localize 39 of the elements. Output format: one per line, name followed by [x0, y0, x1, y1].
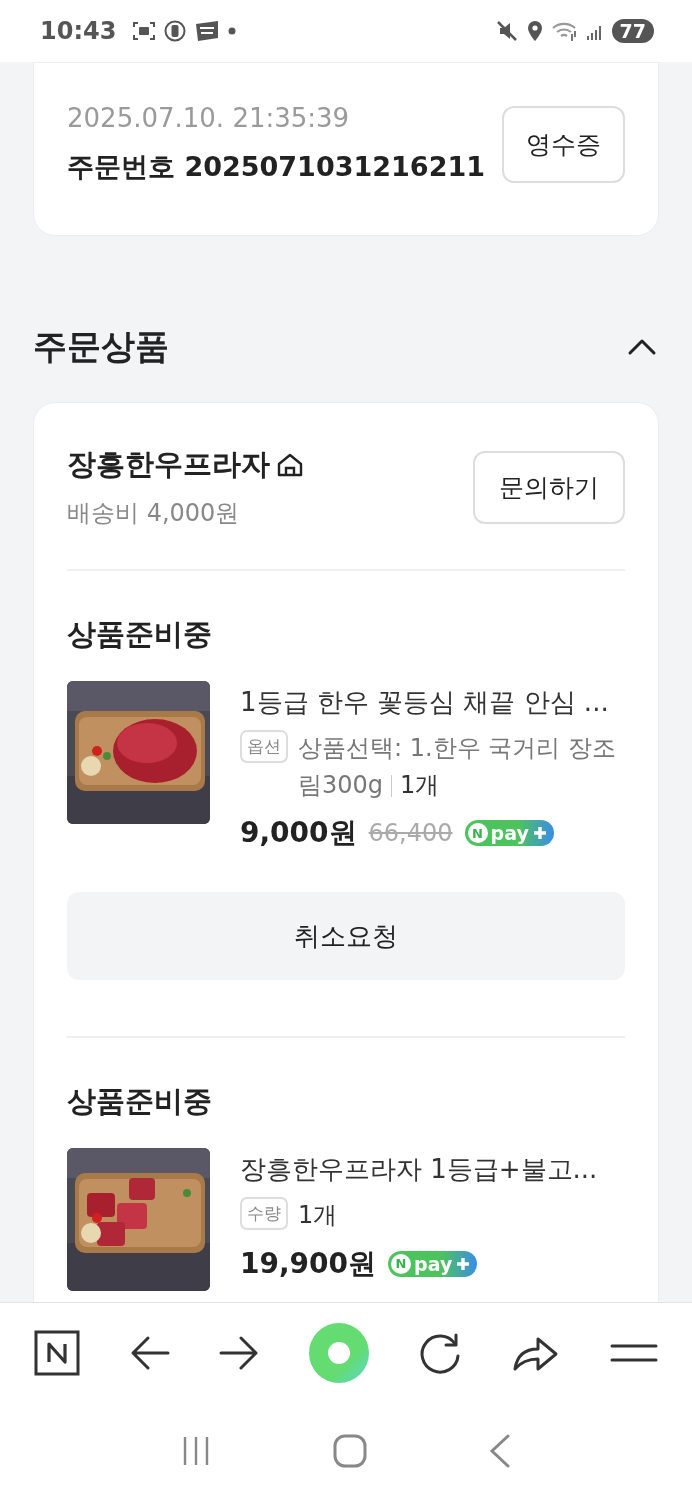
mute-icon — [495, 20, 518, 42]
price: 9,000원 — [240, 815, 357, 852]
shipping-fee: 배송비 4,000원 — [67, 498, 241, 529]
naver-home-icon[interactable] — [34, 1329, 80, 1376]
inquiry-button[interactable]: 문의하기 — [473, 450, 625, 524]
order-datetime: 2025.07.10. 21:35:39 — [67, 103, 351, 133]
npay-badge: N pay — [464, 820, 554, 847]
back-nav-icon[interactable] — [489, 1434, 511, 1468]
npay-badge: N pay — [388, 1250, 478, 1277]
home-button-icon[interactable] — [333, 1434, 367, 1468]
option-label: 옵션 — [240, 730, 288, 763]
order-status: 상품준비중 — [67, 616, 213, 653]
app-icon — [164, 20, 187, 42]
order-number: 주문번호 2025071031216211 — [67, 150, 485, 184]
price: 19,900원 — [240, 1245, 377, 1282]
forward-icon[interactable] — [219, 1334, 260, 1371]
screenshot-icon — [132, 20, 157, 42]
dot-icon — [228, 27, 237, 35]
wifi-icon — [551, 20, 578, 42]
original-price: 66,400 — [368, 819, 453, 848]
order-status: 상품준비중 — [67, 1083, 213, 1121]
webtoon-icon — [194, 20, 221, 42]
home-icon — [276, 452, 304, 478]
option-label: 수량 — [240, 1197, 288, 1231]
recent-apps-icon[interactable] — [181, 1436, 211, 1466]
back-icon[interactable] — [129, 1334, 170, 1371]
section-title: 주문상품 — [33, 325, 169, 368]
store-name[interactable]: 장흥한우프라자 — [67, 445, 270, 485]
menu-icon[interactable] — [609, 1343, 658, 1362]
cancel-request-button[interactable]: 취소요청 — [67, 892, 625, 981]
product-title[interactable]: 1등급 한우 꽃등심 채끝 안심 ... — [240, 685, 625, 720]
option-text: 상품선택: 1.한우 국거리 장조림300g 1개 — [298, 733, 617, 802]
receipt-button[interactable]: 영수증 — [502, 105, 625, 183]
status-time: 10:43 — [40, 17, 117, 45]
location-icon — [525, 20, 544, 42]
battery-level: 77 — [611, 19, 654, 43]
product-title[interactable]: 장흥한우프라자 1등급+불고... — [240, 1152, 625, 1188]
quantity: 1개 — [298, 1200, 338, 1232]
chevron-icon[interactable] — [627, 338, 657, 356]
